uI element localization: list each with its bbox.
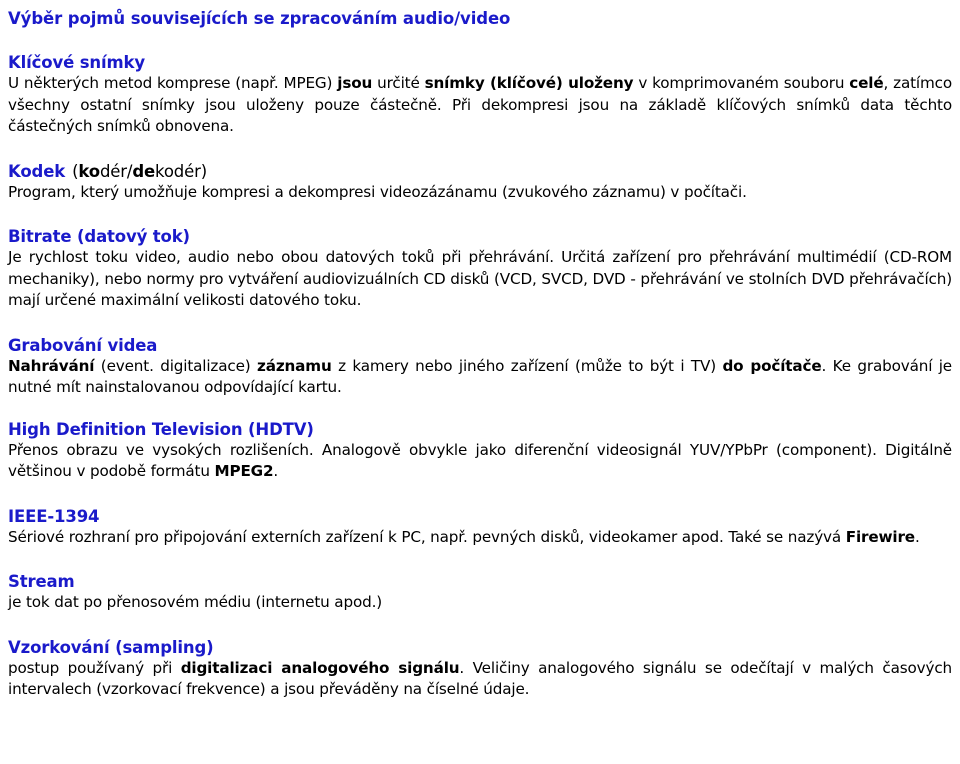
section-body-kodek: Program, který umožňuje kompresi a dekom… bbox=[8, 182, 952, 204]
text-run: určité bbox=[372, 74, 425, 92]
text-run: je tok dat po přenosovém médiu (internet… bbox=[8, 593, 383, 611]
section-klicove-snimky: Klíčové snímky U některých metod kompres… bbox=[8, 52, 952, 138]
text-run: . bbox=[273, 462, 279, 480]
section-heading-hdtv: High Definition Television (HDTV) bbox=[8, 419, 314, 439]
page-title: Výběr pojmů souvisejících se zpracováním… bbox=[8, 9, 511, 28]
section-grabovani-videa: Grabování videa Nahrávání (event. digita… bbox=[8, 335, 952, 399]
section-body-bitrate: Je rychlost toku video, audio nebo obou … bbox=[8, 247, 952, 312]
text-run-bold: de bbox=[132, 161, 156, 181]
text-run: v komprimovaném souboru bbox=[633, 74, 850, 92]
section-heading-vzorkovani: Vzorkování (sampling) bbox=[8, 637, 214, 657]
section-body-vzorkovani: postup používaný při digitalizaci analog… bbox=[8, 658, 952, 701]
section-ieee-1394: IEEE-1394 Sériové rozhraní pro připojová… bbox=[8, 506, 952, 549]
section-body-grabovani-videa: Nahrávání (event. digitalizace) záznamu … bbox=[8, 356, 952, 399]
text-run: kodér) bbox=[155, 161, 208, 181]
section-body-ieee-1394: Sériové rozhraní pro připojování externí… bbox=[8, 527, 952, 549]
spacer-after-title bbox=[8, 30, 952, 52]
text-run-bold: snímky (klíčové) uloženy bbox=[424, 74, 634, 92]
section-stream: Stream je tok dat po přenosovém médiu (i… bbox=[8, 571, 952, 614]
section-heading-ieee-1394: IEEE-1394 bbox=[8, 506, 100, 526]
section-heading-kodek: Kodek (kodér/dekodér) bbox=[8, 161, 952, 182]
text-run-bold: do počítače bbox=[722, 356, 822, 375]
text-run-bold: Nahrávání bbox=[8, 356, 95, 375]
text-run: . bbox=[914, 527, 920, 546]
text-run: (event. digitalizace) bbox=[94, 356, 258, 375]
section-bitrate: Bitrate (datový tok) Je rychlost toku vi… bbox=[8, 226, 952, 312]
section-heading-kodek-suffix: (kodér/dekodér) bbox=[72, 162, 207, 181]
text-run: U některých metod komprese (např. MPEG) bbox=[8, 74, 338, 92]
text-run: Sériové rozhraní pro připojování externí… bbox=[8, 527, 846, 546]
text-run-bold: MPEG2 bbox=[214, 462, 274, 480]
text-run: dér/ bbox=[99, 161, 133, 181]
section-heading-kodek-label: Kodek bbox=[8, 161, 66, 181]
section-body-stream: je tok dat po přenosovém médiu (internet… bbox=[8, 592, 952, 614]
section-body-klicove-snimky: U některých metod komprese (např. MPEG) … bbox=[8, 73, 952, 138]
text-run-bold: ko bbox=[78, 161, 100, 181]
text-run: postup používaný při bbox=[8, 658, 181, 677]
section-heading-stream: Stream bbox=[8, 572, 75, 591]
text-run-bold: záznamu bbox=[257, 356, 332, 375]
section-body-hdtv: Přenos obrazu ve vysokých rozlišeních. A… bbox=[8, 440, 952, 483]
section-vzorkovani: Vzorkování (sampling) postup používaný p… bbox=[8, 637, 952, 701]
text-run: Je rychlost toku video, audio nebo obou … bbox=[8, 248, 952, 309]
section-kodek: Kodek (kodér/dekodér) Program, který umož… bbox=[8, 161, 952, 204]
section-heading-klicove-snimky: Klíčové snímky bbox=[8, 53, 145, 72]
text-run-bold: jsou bbox=[337, 74, 373, 92]
section-hdtv: High Definition Television (HDTV) Přenos… bbox=[8, 419, 952, 483]
text-run-bold: Firewire bbox=[845, 527, 915, 546]
text-run-bold: celé bbox=[849, 74, 884, 92]
section-heading-bitrate: Bitrate (datový tok) bbox=[8, 227, 190, 246]
document-page: Výběr pojmů souvisejících se zpracováním… bbox=[0, 0, 960, 764]
text-run: Přenos obrazu ve vysokých rozlišeních. A… bbox=[8, 440, 952, 481]
text-run: Program, který umožňuje kompresi a dekom… bbox=[8, 182, 747, 201]
text-run: z kamery nebo jiného zařízení (může to b… bbox=[331, 356, 723, 375]
section-heading-grabovani-videa: Grabování videa bbox=[8, 335, 158, 355]
text-run-bold: digitalizaci analogového signálu bbox=[180, 658, 460, 677]
